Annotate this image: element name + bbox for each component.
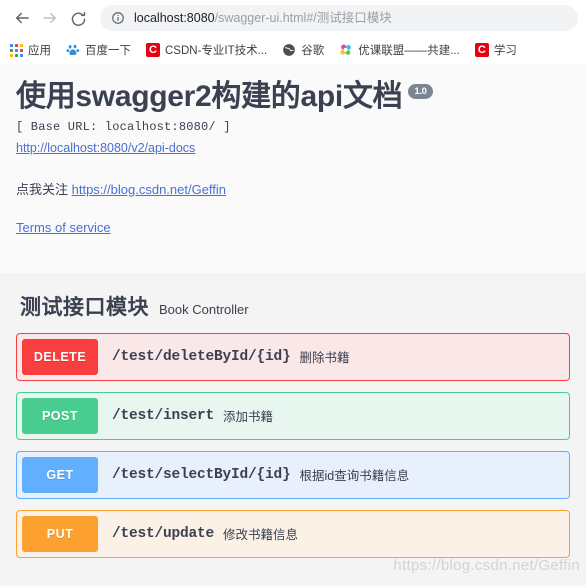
bookmarks-bar: 应用 百度一下 C CSDN-专业IT技术... 谷歌 优课联盟——共建... … [0, 36, 586, 64]
operation-row-post[interactable]: POST /test/insert 添加书籍 [16, 391, 570, 440]
forward-button[interactable] [36, 4, 64, 32]
api-docs-link[interactable]: http://localhost:8080/v2/api-docs [16, 141, 195, 155]
bookmark-label: CSDN-专业IT技术... [165, 45, 268, 57]
swagger-ui-page: 使用swagger2构建的api文档 1.0 [ Base URL: local… [0, 64, 586, 588]
bookmark-study[interactable]: C 学习 [474, 39, 517, 61]
bookmark-apps[interactable]: 应用 [9, 39, 51, 61]
csdn-icon: C [474, 43, 489, 57]
api-description: 点我关注 https://blog.csdn.net/Geffin [16, 179, 570, 198]
browser-toolbar: localhost:8080/swagger-ui.html#/测试接口模块 [0, 0, 586, 36]
tag-description: Book Controller [159, 301, 249, 317]
operation-row-put[interactable]: PUT /test/update 修改书籍信息 [16, 509, 570, 558]
operation-path: /test/update [112, 525, 215, 542]
tag-name: 测试接口模块 [20, 295, 149, 319]
method-badge-put: PUT [22, 515, 98, 552]
info-circle-icon[interactable] [110, 11, 125, 26]
reload-button[interactable] [64, 4, 92, 32]
back-arrow-icon [13, 9, 31, 27]
url-host: localhost:8080 [134, 11, 215, 25]
tag-header[interactable]: 测试接口模块 Book Controller [16, 281, 570, 333]
base-url-text: [ Base URL: localhost:8080/ ] [16, 119, 231, 134]
bookmark-youke[interactable]: 优课联盟——共建... [339, 39, 460, 61]
apps-grid-icon [9, 43, 23, 57]
youke-icon [339, 43, 353, 57]
operation-summary: 删除书籍 [299, 351, 350, 365]
method-badge-delete: DELETE [22, 338, 98, 375]
tag-section: 测试接口模块 Book Controller DELETE /test/dele… [0, 272, 586, 585]
address-bar-url: localhost:8080/swagger-ui.html#/测试接口模块 [134, 5, 392, 31]
terms-of-service-link[interactable]: Terms of service [16, 220, 111, 235]
operation-row-get[interactable]: GET /test/selectById/{id} 根据id查询书籍信息 [16, 450, 570, 499]
api-title-text: 使用swagger2构建的api文档 [16, 80, 403, 113]
baidu-paw-icon [66, 43, 80, 57]
version-badge: 1.0 [408, 84, 433, 100]
api-description-prefix: 点我关注 [16, 181, 72, 197]
bookmark-label: 应用 [28, 45, 51, 57]
method-badge-get: GET [22, 456, 98, 493]
bookmark-label: 优课联盟——共建... [358, 45, 460, 57]
operation-path: /test/selectById/{id} [112, 466, 291, 483]
bookmark-label: 学习 [493, 45, 517, 57]
api-info-block: 使用swagger2构建的api文档 1.0 [ Base URL: local… [0, 64, 586, 237]
operation-row-delete[interactable]: DELETE /test/deleteById/{id} 删除书籍 [16, 332, 570, 381]
reload-icon [70, 10, 87, 27]
browser-chrome: localhost:8080/swagger-ui.html#/测试接口模块 应… [0, 0, 586, 64]
operation-path: /test/deleteById/{id} [112, 348, 291, 365]
bookmark-csdn[interactable]: C CSDN-专业IT技术... [146, 39, 267, 61]
csdn-icon: C [146, 43, 160, 57]
operation-path: /test/insert [112, 407, 215, 424]
page-title: 使用swagger2构建的api文档 1.0 [16, 78, 570, 116]
bookmark-google[interactable]: 谷歌 [282, 39, 324, 61]
bookmark-baidu[interactable]: 百度一下 [66, 39, 131, 61]
operation-summary: 添加书籍 [223, 410, 274, 424]
globe-icon [282, 43, 296, 57]
bookmark-label: 谷歌 [301, 45, 325, 57]
forward-arrow-icon [41, 9, 59, 27]
method-badge-post: POST [22, 397, 98, 434]
back-button[interactable] [8, 4, 36, 32]
operation-summary: 修改书籍信息 [223, 528, 299, 542]
address-bar[interactable]: localhost:8080/swagger-ui.html#/测试接口模块 [100, 5, 578, 31]
url-path: /swagger-ui.html#/测试接口模块 [214, 11, 392, 25]
api-description-link[interactable]: https://blog.csdn.net/Geffin [72, 182, 226, 197]
operation-summary: 根据id查询书籍信息 [299, 469, 410, 483]
bookmark-label: 百度一下 [85, 45, 131, 57]
